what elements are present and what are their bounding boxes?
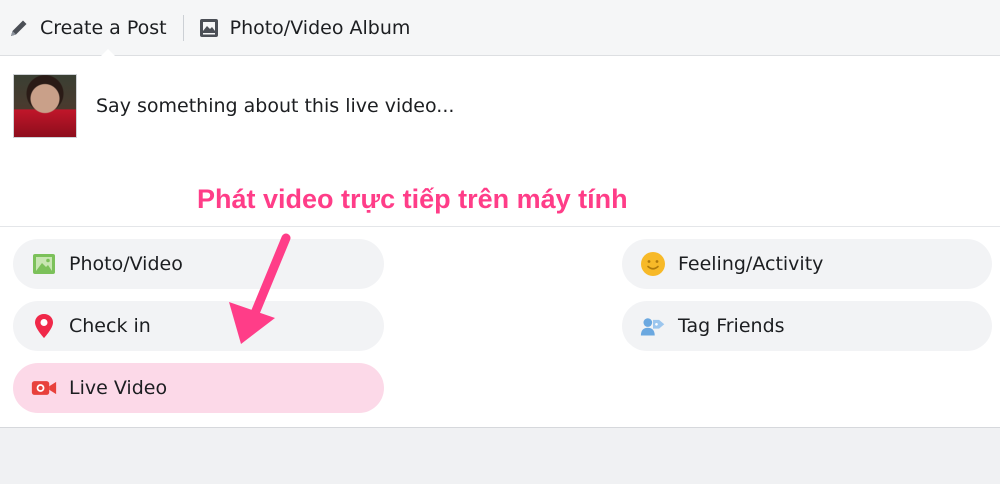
live-video-button[interactable]: Live Video [13,363,384,413]
tab-create-post[interactable]: Create a Post [0,0,183,57]
annotation-arrow-icon [229,233,291,344]
tab-photo-video-album-label: Photo/Video Album [229,16,411,39]
status-input[interactable]: Say something about this live video... [96,92,976,120]
feeling-activity-label: Feeling/Activity [678,253,824,275]
annotation-caption: Phát video trực tiếp trên máy tính [197,184,628,214]
photo-video-label: Photo/Video [69,253,183,275]
create-post-panel: Create a Post Photo/Video Album Say some… [0,0,1000,428]
avatar [13,74,77,138]
tag-friends-label: Tag Friends [678,315,785,337]
smiley-icon [640,251,666,277]
pencil-icon [8,17,30,39]
composer-tabs: Create a Post Photo/Video Album [0,0,1000,57]
photo-icon [31,251,57,277]
tag-friends-button[interactable]: Tag Friends [622,301,992,351]
feeling-activity-button[interactable]: Feeling/Activity [622,239,992,289]
photo-video-button[interactable]: Photo/Video [13,239,384,289]
location-pin-icon [31,313,57,339]
album-icon [198,17,220,39]
tab-photo-video-album[interactable]: Photo/Video Album [184,0,411,56]
check-in-button[interactable]: Check in [13,301,384,351]
video-camera-icon [31,375,57,401]
tab-create-post-label: Create a Post [40,16,167,39]
check-in-label: Check in [69,315,151,337]
tag-friends-icon [640,313,666,339]
live-video-label: Live Video [69,377,168,399]
composer-divider [0,226,1000,227]
